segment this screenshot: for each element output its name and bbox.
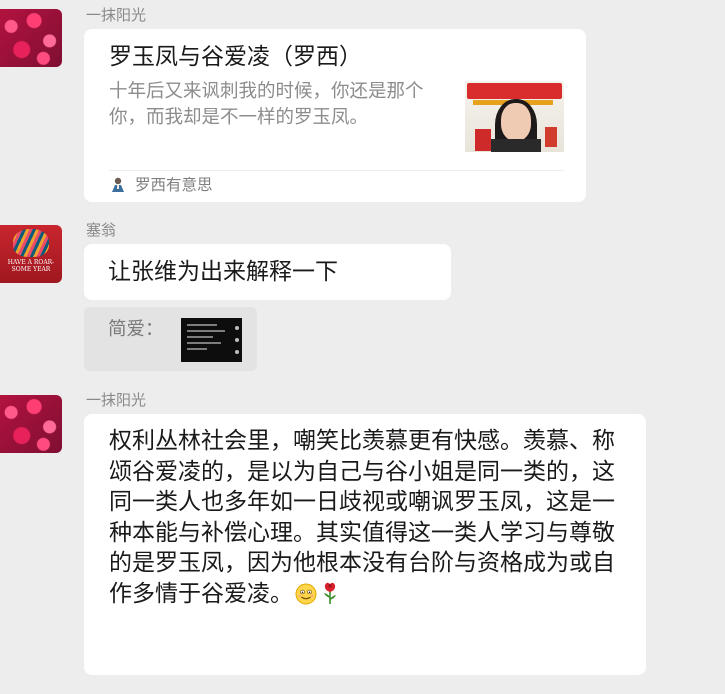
sender-name: 一抹阳光 [86,391,147,409]
quoted-message[interactable]: 简爱： [84,307,257,371]
avatar[interactable] [0,9,62,67]
link-card-source[interactable]: 罗西有意思 [109,175,213,195]
smile-emoji-icon [295,583,317,605]
message-bubble[interactable]: 让张维为出来解释一下 [84,244,451,300]
link-card-thumbnail [465,81,564,152]
source-avatar-icon [112,177,124,192]
link-card[interactable]: 罗玉凤与谷爱凌（罗西） 十年后又来讽刺我的时候，你还是那个你，而我却是不一样的罗… [84,29,586,202]
sender-name: 一抹阳光 [86,6,147,24]
tiger-icon [13,229,49,257]
avatar[interactable] [0,395,62,453]
source-name: 罗西有意思 [135,176,213,194]
link-card-description: 十年后又来讽刺我的时候，你还是那个你，而我却是不一样的罗玉凤。 [109,81,424,128]
rose-emoji-icon [324,582,336,604]
quoted-sender: 简爱： [108,319,164,340]
link-card-title: 罗玉凤与谷爱凌（罗西） [109,44,362,70]
quoted-image-thumbnail[interactable] [181,318,242,362]
sender-name: 塞翁 [86,221,117,239]
message-text-block: 权利丛林社会里，嘲笑比羡慕更有快感。羡慕、称颂谷爱凌的，是以为自己与谷小姐是同一… [109,426,629,610]
avatar[interactable]: HAVE A ROAR-SOME YEAR [0,225,62,283]
avatar-caption: HAVE A ROAR-SOME YEAR [7,259,55,273]
message-text: 权利丛林社会里，嘲笑比羡慕更有快感。羡慕、称颂谷爱凌的，是以为自己与谷小姐是同一… [109,428,615,607]
link-card-divider [109,170,564,171]
message-bubble[interactable]: 权利丛林社会里，嘲笑比羡慕更有快感。羡慕、称颂谷爱凌的，是以为自己与谷小姐是同一… [84,414,646,675]
message-text: 让张维为出来解释一下 [108,259,338,285]
